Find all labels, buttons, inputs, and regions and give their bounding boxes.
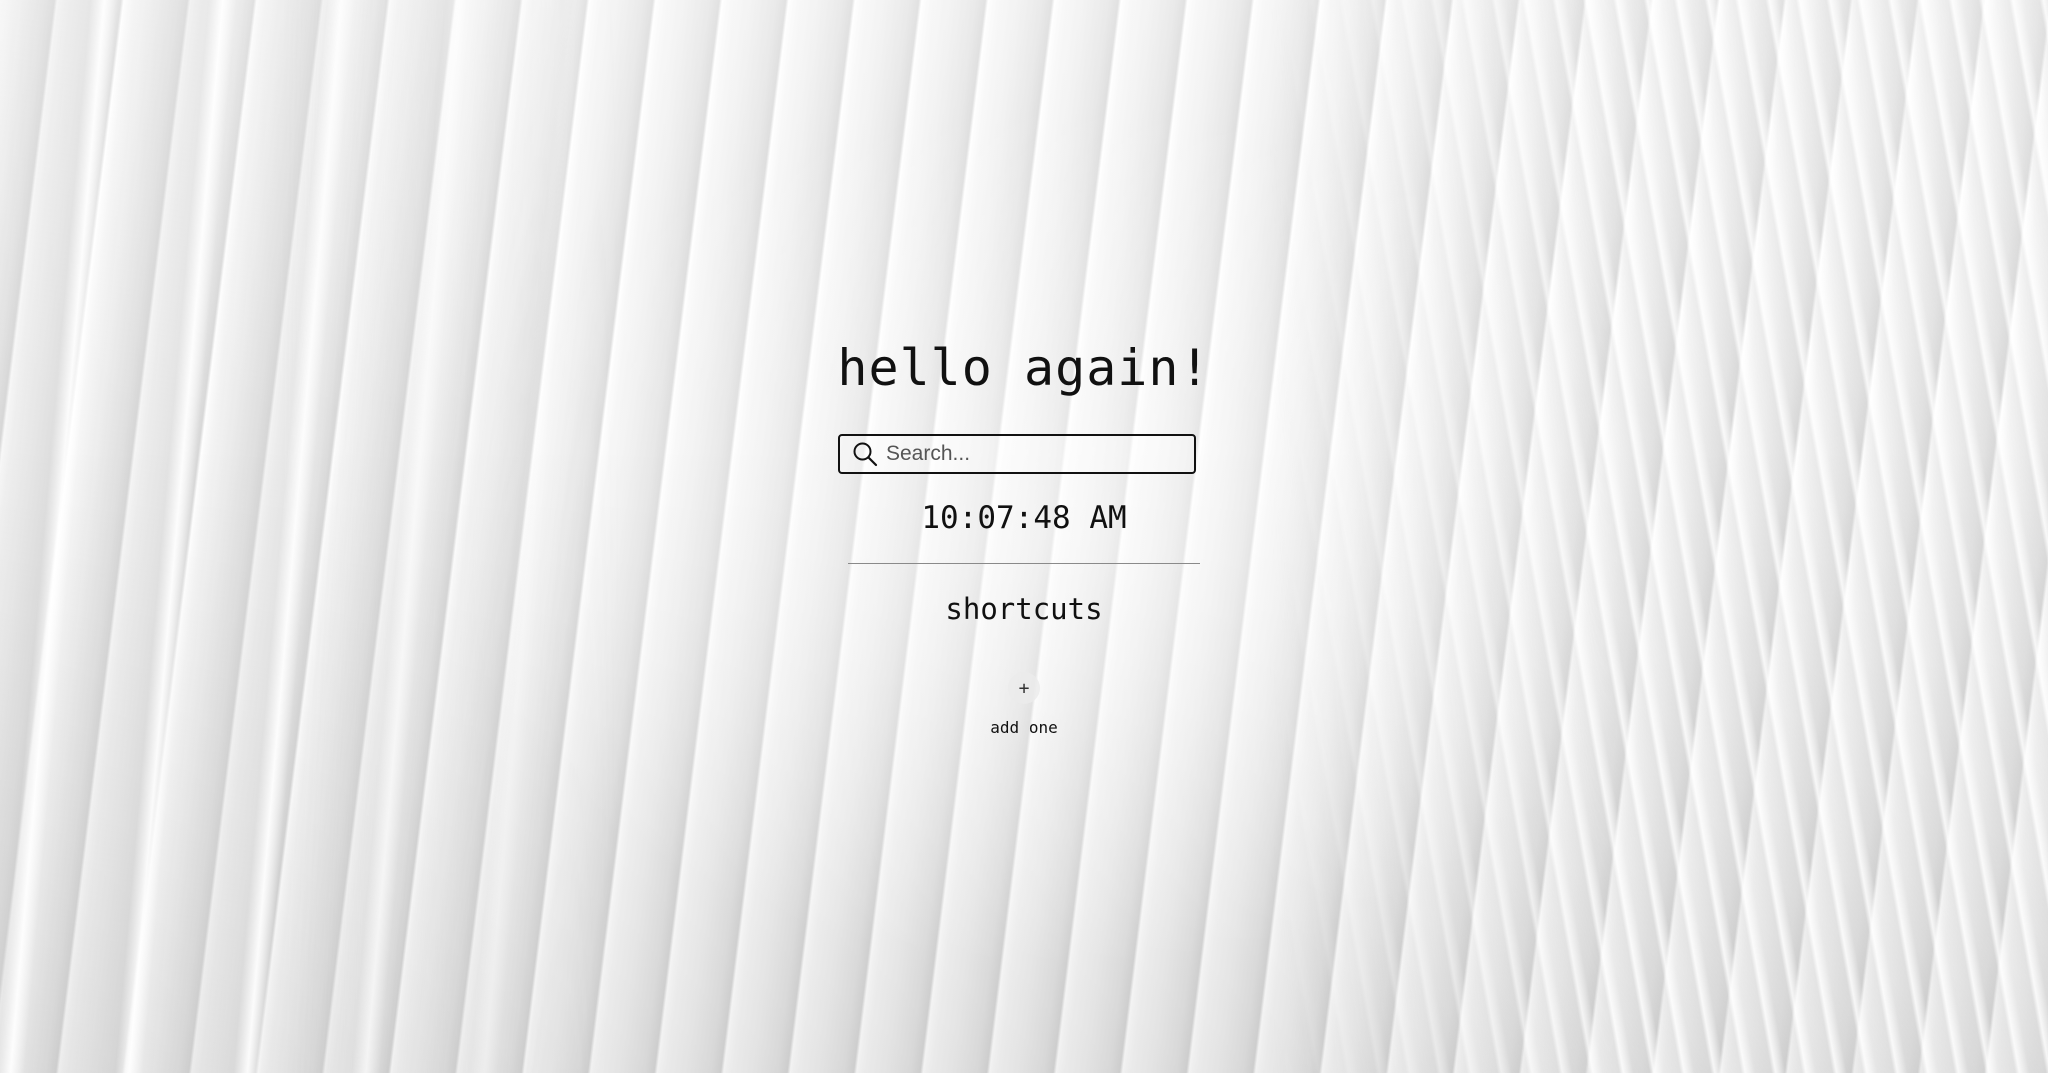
plus-icon[interactable]: + (1008, 672, 1040, 704)
search-input[interactable] (886, 437, 1194, 471)
start-page: hello again! 10:07:48 AM shortcuts + add… (0, 0, 2048, 1073)
divider (848, 563, 1200, 564)
search-bar[interactable] (838, 434, 1196, 474)
search-icon (853, 442, 878, 467)
add-shortcut-label[interactable]: add one (974, 718, 1074, 738)
greeting-heading: hello again! (837, 339, 1211, 397)
clock-time: 10:07:48 AM (921, 500, 1127, 536)
add-shortcut-button[interactable]: + add one (974, 668, 1074, 744)
shortcuts-heading: shortcuts (945, 592, 1103, 626)
